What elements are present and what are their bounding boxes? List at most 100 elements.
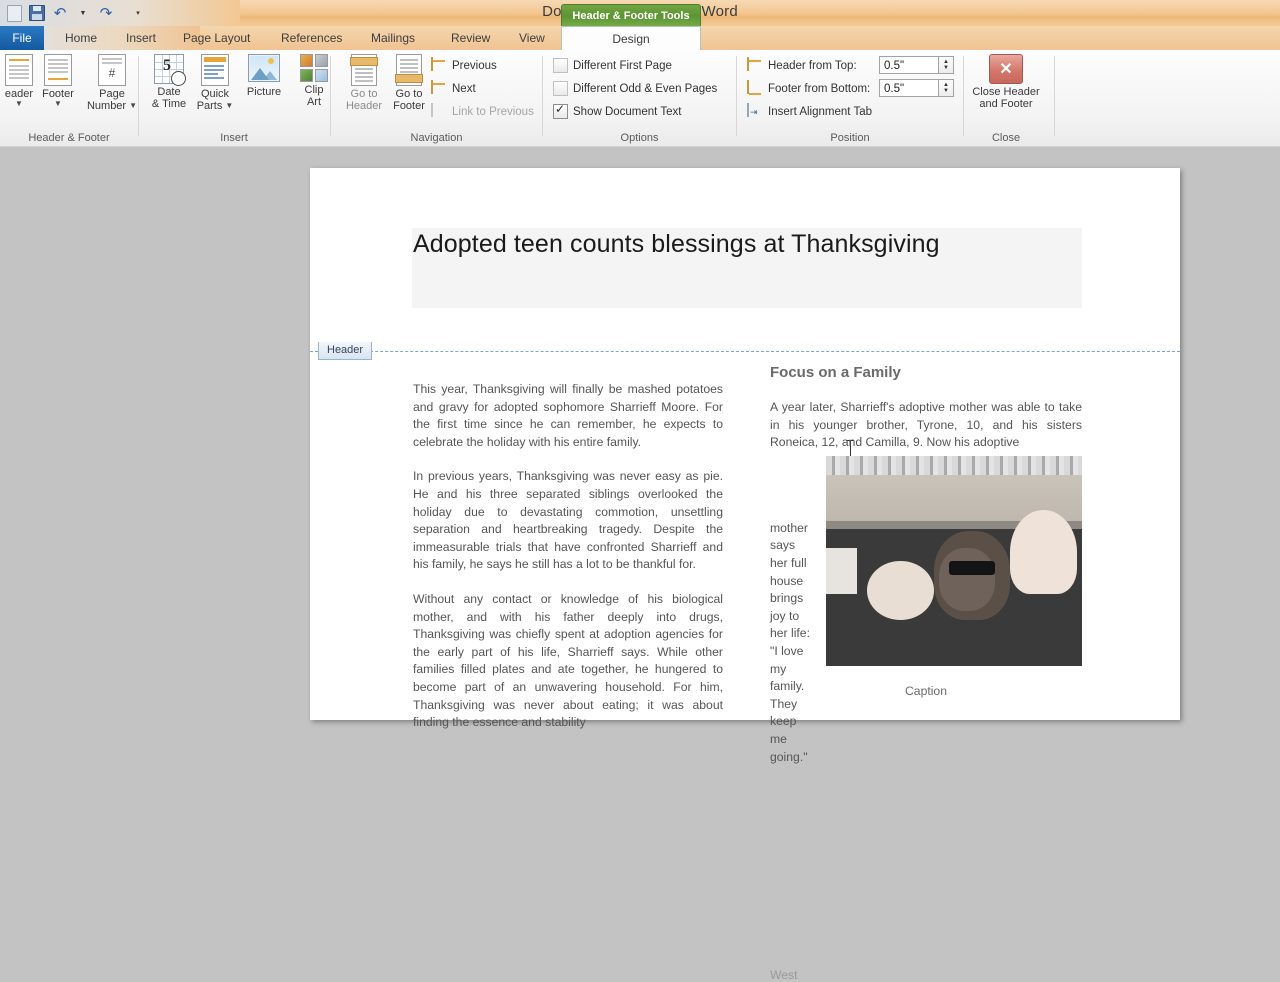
- header-icon: [5, 54, 33, 86]
- quick-parts-icon: [201, 54, 229, 86]
- footer-from-bottom-input[interactable]: 0.5": [879, 79, 939, 97]
- footer-icon: [44, 54, 72, 86]
- sidebar-bottom-word: West: [770, 967, 798, 982]
- go-to-header-button[interactable]: Go to Header: [339, 54, 389, 112]
- ribbon-group-header-footer: eader ▼ Footer ▼ # Page Number ▼ Header …: [0, 50, 138, 146]
- previous-icon: [431, 57, 447, 74]
- ribbon-tab-strip: File Home Insert Page Layout References …: [0, 26, 1280, 51]
- different-odd-even-label: Different Odd & Even Pages: [573, 82, 718, 95]
- tab-page-layout[interactable]: Page Layout: [172, 26, 261, 50]
- header-from-top-icon: [747, 57, 763, 74]
- next-label: Next: [452, 83, 476, 95]
- footer-from-bottom-label: Footer from Bottom:: [768, 83, 871, 95]
- header-zone-tag: Header: [318, 342, 373, 360]
- different-odd-even-checkbox[interactable]: Different Odd & Even Pages: [553, 81, 717, 96]
- next-icon: [431, 80, 447, 97]
- tab-insert[interactable]: Insert: [115, 26, 167, 50]
- header-dropdown-caret-icon[interactable]: ▼: [15, 100, 23, 108]
- document-page[interactable]: Adopted teen counts blessings at Thanksg…: [310, 168, 1180, 982]
- ribbon-group-navigation: Go to Header Go to Footer Previous Next …: [331, 50, 542, 146]
- clip-art-icon: [300, 54, 328, 82]
- ribbon-group-position: Header from Top: 0.5" ▲ ▼ Footer from Bot…: [737, 50, 963, 146]
- date-time-label-line1: Date: [157, 86, 181, 98]
- group-label-navigation: Navigation: [410, 132, 463, 144]
- different-first-page-checkbox-box[interactable]: [553, 58, 568, 73]
- header-region[interactable]: Adopted teen counts blessings at Thanksg…: [310, 168, 1180, 340]
- previous-label: Previous: [452, 60, 497, 72]
- close-icon: ✕: [989, 54, 1023, 84]
- body-paragraph-1: This year, Thanksgiving will finally be …: [413, 382, 723, 449]
- contextual-tab-banner-label: Header & Footer Tools: [572, 10, 690, 22]
- inline-photo[interactable]: [826, 455, 1082, 666]
- date-time-label-line2: & Time: [151, 98, 187, 110]
- page-number-icon: #: [98, 54, 126, 86]
- link-to-previous-label: Link to Previous: [452, 106, 534, 118]
- header-from-top-spin-buttons[interactable]: ▲ ▼: [939, 56, 954, 74]
- photo-image: [826, 455, 1082, 666]
- tab-view[interactable]: View: [508, 26, 556, 50]
- contextual-tab-banner: Header & Footer Tools: [561, 4, 701, 27]
- page-number-dropdown-caret-icon[interactable]: ▼: [129, 102, 137, 110]
- insert-alignment-tab-icon: ⇥: [747, 103, 763, 120]
- quick-parts-button[interactable]: Quick Parts ▼: [190, 54, 240, 112]
- different-first-page-label: Different First Page: [573, 59, 672, 72]
- footer-from-bottom-stepper[interactable]: 0.5" ▲ ▼: [879, 79, 954, 97]
- show-document-text-checkbox-box[interactable]: [553, 102, 568, 119]
- show-document-text-label: Show Document Text: [573, 105, 682, 118]
- previous-button[interactable]: Previous: [431, 57, 497, 74]
- different-odd-even-checkbox-box[interactable]: [553, 81, 568, 96]
- document-title: Adopted teen counts blessings at Thanksg…: [413, 230, 940, 258]
- picture-label: Picture: [246, 86, 282, 98]
- page-number-label-line1: Page: [99, 88, 125, 100]
- footer-button[interactable]: Footer ▼: [33, 54, 83, 108]
- picture-icon: [248, 54, 280, 82]
- body-paragraph-2: In previous years, Thanksgiving was neve…: [413, 469, 723, 572]
- sidebar-heading: Focus on a Family: [770, 364, 901, 381]
- insert-alignment-tab-label: Insert Alignment Tab: [768, 106, 872, 118]
- footer-from-bottom-icon: [747, 80, 763, 97]
- tab-references[interactable]: References: [270, 26, 353, 50]
- header-from-top-row: Header from Top:: [747, 57, 857, 74]
- link-to-previous-button: Link to Previous: [431, 103, 534, 120]
- tab-review[interactable]: Review: [440, 26, 501, 50]
- close-header-and-footer-button[interactable]: ✕ Close Header and Footer: [958, 54, 1054, 110]
- go-to-footer-button[interactable]: Go to Footer: [384, 54, 434, 112]
- different-first-page-checkbox[interactable]: Different First Page: [553, 58, 672, 73]
- group-separator-6: [1054, 56, 1055, 136]
- quick-parts-dropdown-caret-icon[interactable]: ▼: [225, 102, 233, 110]
- go-to-header-label-line1: Go to: [350, 88, 378, 100]
- picture-button[interactable]: Picture: [239, 54, 289, 98]
- next-button[interactable]: Next: [431, 80, 476, 97]
- header-from-top-label: Header from Top:: [768, 60, 857, 72]
- date-and-time-button[interactable]: 5 Date & Time: [144, 54, 194, 110]
- quick-parts-label-line1: Quick: [200, 88, 230, 100]
- page-number-label-line2: Number: [86, 100, 127, 112]
- clip-art-label-line1: Clip: [304, 84, 324, 96]
- group-label-position: Position: [830, 132, 870, 144]
- tab-mailings[interactable]: Mailings: [360, 26, 426, 50]
- tab-file[interactable]: File: [0, 26, 44, 50]
- quick-parts-label-line2: Parts: [196, 100, 223, 112]
- ribbon: eader ▼ Footer ▼ # Page Number ▼ Header …: [0, 50, 1280, 147]
- body-paragraph-3: Without any contact or knowledge of his …: [413, 591, 723, 730]
- header-from-top-stepper[interactable]: 0.5" ▲ ▼: [879, 56, 954, 74]
- date-time-icon: 5: [154, 54, 186, 86]
- footer-from-bottom-spin-buttons[interactable]: ▲ ▼: [939, 79, 954, 97]
- footer-dropdown-caret-icon[interactable]: ▼: [54, 100, 62, 108]
- close-header-footer-label-line2: and Footer: [979, 98, 1033, 110]
- tab-home[interactable]: Home: [54, 26, 108, 50]
- header-from-top-input[interactable]: 0.5": [879, 56, 939, 74]
- ribbon-group-options: Different First Page Different Odd & Eve…: [543, 50, 736, 146]
- footer-from-bottom-row: Footer from Bottom:: [747, 80, 871, 97]
- go-to-footer-icon: [395, 54, 423, 86]
- page-number-button[interactable]: # Page Number ▼: [82, 54, 142, 112]
- insert-alignment-tab-button[interactable]: ⇥ Insert Alignment Tab: [747, 103, 872, 120]
- go-to-footer-label-line2: Footer: [393, 100, 425, 112]
- ribbon-group-insert: 5 Date & Time Quick Parts ▼ Picture Clip…: [139, 50, 329, 146]
- header-boundary-line: [310, 351, 1180, 352]
- go-to-footer-label-line1: Go to: [395, 88, 423, 100]
- group-label-header-footer: Header & Footer: [28, 132, 110, 144]
- tab-design[interactable]: Design: [561, 26, 701, 51]
- group-label-insert: Insert: [220, 132, 248, 144]
- show-document-text-checkbox[interactable]: Show Document Text: [553, 102, 682, 119]
